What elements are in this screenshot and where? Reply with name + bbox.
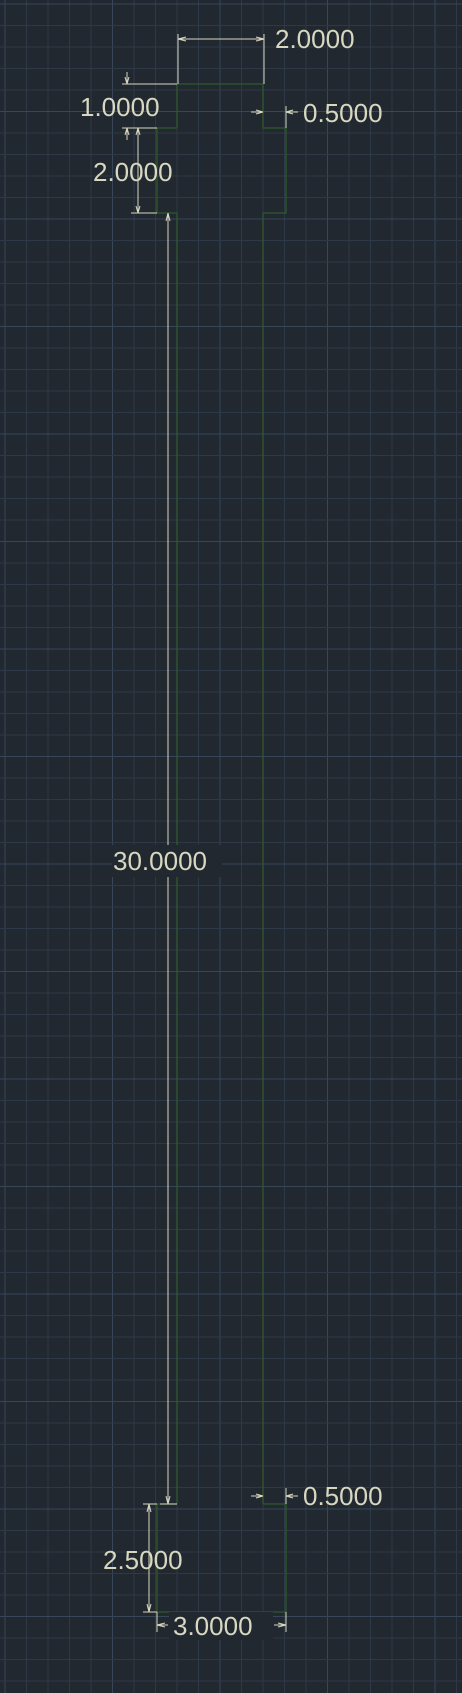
- top-height-label: 1.0000: [80, 92, 160, 122]
- bottom-width-label: 3.0000: [173, 1611, 253, 1641]
- top-width-label: 2.0000: [275, 24, 355, 54]
- bottom-height-label: 2.5000: [103, 1545, 183, 1575]
- cad-drawing-canvas[interactable]: 2.0000 1.0000 0.5000 2.0000 30.0000 0.50…: [0, 0, 462, 1693]
- upper-height-label: 2.0000: [93, 157, 173, 187]
- shaft-length-label: 30.0000: [113, 846, 207, 876]
- lower-offset-label: 0.5000: [303, 1481, 383, 1511]
- upper-offset-label: 0.5000: [303, 98, 383, 128]
